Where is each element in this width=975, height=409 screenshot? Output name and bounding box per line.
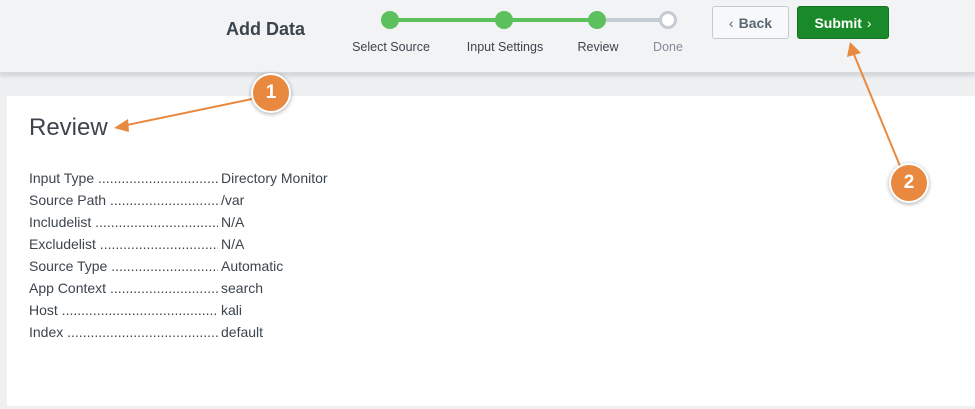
annotation-arrows bbox=[114, 42, 901, 167]
annotation-arrow-2 bbox=[852, 51, 901, 167]
annotation-arrow-1 bbox=[121, 98, 253, 127]
annotation-badge-1: 1 bbox=[251, 73, 291, 113]
annotation-badge-2: 2 bbox=[889, 163, 929, 203]
arrowhead-icon bbox=[847, 42, 861, 57]
arrowhead-icon bbox=[114, 119, 129, 132]
